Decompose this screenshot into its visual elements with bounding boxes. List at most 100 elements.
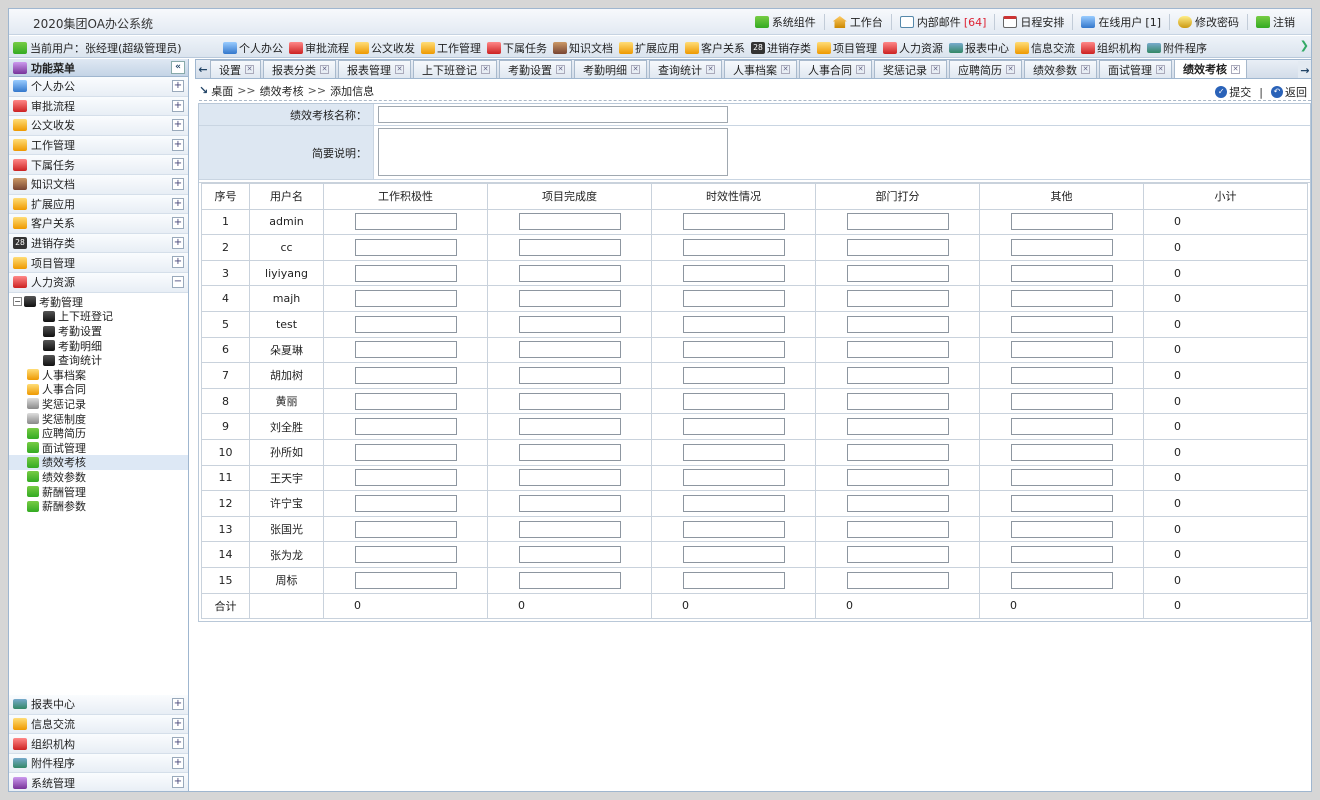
enthusiasm-input[interactable] (354, 392, 457, 410)
completion-input[interactable] (518, 469, 621, 487)
tab-close-icon[interactable]: ✕ (631, 65, 640, 74)
enthusiasm-input[interactable] (354, 494, 457, 512)
tab-performance-params[interactable]: 绩效参数 ✕ (1024, 60, 1097, 78)
sidebar-item-report[interactable]: 报表中心 + (9, 695, 188, 715)
timeliness-input[interactable] (682, 341, 785, 359)
tab-performance-review[interactable]: 绩效考核 ✕ (1174, 60, 1247, 78)
logout-link[interactable]: 注销 (1248, 14, 1303, 30)
tab-clock-in[interactable]: 上下班登记 ✕ (413, 60, 497, 78)
expand-toggle[interactable]: + (172, 138, 184, 151)
tree-item[interactable]: 应聘简历 (13, 426, 188, 441)
sidebar-item-info[interactable]: 信息交流 + (9, 714, 188, 735)
sidebar-item-hr[interactable]: 人力资源 − (9, 272, 188, 293)
tab-close-icon[interactable]: ✕ (481, 65, 490, 74)
completion-input[interactable] (518, 494, 621, 512)
tab-rewards[interactable]: 奖惩记录 ✕ (874, 60, 947, 78)
tab-resumes[interactable]: 应聘简历 ✕ (949, 60, 1022, 78)
expand-toggle[interactable]: + (172, 236, 184, 249)
tree-item[interactable]: 薪酬参数 (13, 499, 188, 514)
enthusiasm-input[interactable] (354, 520, 457, 538)
completion-input[interactable] (518, 238, 621, 256)
quicknav-knowledge[interactable]: 知识文档 (553, 40, 613, 56)
enthusiasm-input[interactable] (354, 366, 457, 384)
enthusiasm-input[interactable] (354, 315, 457, 333)
schedule-link[interactable]: 日程安排 (995, 14, 1074, 30)
tab-close-icon[interactable]: ✕ (395, 65, 404, 74)
completion-input[interactable] (518, 520, 621, 538)
tree-item[interactable]: 面试管理 (13, 440, 188, 455)
quicknav-approval[interactable]: 审批流程 (289, 40, 349, 56)
dept-score-input[interactable] (846, 392, 949, 410)
enthusiasm-input[interactable] (354, 264, 457, 282)
expand-toggle[interactable]: + (172, 256, 184, 269)
tree-item[interactable]: 薪酬管理 (13, 484, 188, 499)
completion-input[interactable] (518, 341, 621, 359)
completion-input[interactable] (518, 546, 621, 564)
timeliness-input[interactable] (682, 418, 785, 436)
tab-scroll-left-icon[interactable]: ← (196, 60, 210, 78)
dept-score-input[interactable] (846, 366, 949, 384)
other-input[interactable] (1010, 366, 1113, 384)
timeliness-input[interactable] (682, 264, 785, 282)
timeliness-input[interactable] (682, 213, 785, 231)
timeliness-input[interactable] (682, 469, 785, 487)
expand-toggle[interactable]: + (172, 197, 184, 210)
sidebar-item-customer[interactable]: 客户关系 + (9, 214, 188, 234)
tree-item[interactable]: 人事合同 (13, 382, 188, 397)
timeliness-input[interactable] (682, 392, 785, 410)
submit-button[interactable]: ✓ 提交 (1215, 84, 1251, 100)
completion-input[interactable] (518, 290, 621, 308)
expand-toggle[interactable]: + (172, 776, 184, 789)
online-users-link[interactable]: 在线用户 [1] (1073, 14, 1170, 30)
expand-toggle[interactable]: + (172, 119, 184, 132)
tree-item[interactable]: 奖惩记录 (13, 397, 188, 412)
timeliness-input[interactable] (682, 315, 785, 333)
timeliness-input[interactable] (682, 546, 785, 564)
expand-toggle[interactable]: + (172, 737, 184, 750)
completion-input[interactable] (518, 315, 621, 333)
completion-input[interactable] (518, 571, 621, 589)
tree-item[interactable]: 人事档案 (13, 368, 188, 383)
tab-close-icon[interactable]: ✕ (245, 65, 254, 74)
back-button[interactable]: ↶ 返回 (1271, 84, 1307, 100)
breadcrumb-module[interactable]: 绩效考核 (260, 83, 304, 99)
sidebar-item-documents[interactable]: 公文收发 + (9, 116, 188, 136)
dept-score-input[interactable] (846, 469, 949, 487)
sidebar-item-project[interactable]: 项目管理 + (9, 253, 188, 273)
completion-input[interactable] (518, 418, 621, 436)
enthusiasm-input[interactable] (354, 290, 457, 308)
tree-item[interactable]: 考勤设置 (13, 324, 188, 339)
sidebar-item-personal-office[interactable]: 个人办公 + (9, 77, 188, 97)
expand-toggle[interactable]: + (172, 177, 184, 190)
breadcrumb-home[interactable]: 桌面 (211, 83, 233, 99)
quicknav-attachment[interactable]: 附件程序 (1147, 40, 1207, 56)
dept-score-input[interactable] (846, 238, 949, 256)
other-input[interactable] (1010, 520, 1113, 538)
dept-score-input[interactable] (846, 546, 949, 564)
enthusiasm-input[interactable] (354, 238, 457, 256)
timeliness-input[interactable] (682, 520, 785, 538)
tab-attendance-settings[interactable]: 考勤设置 ✕ (499, 60, 572, 78)
expand-toggle[interactable]: + (172, 698, 184, 711)
other-input[interactable] (1010, 213, 1113, 231)
tree-item[interactable]: 奖惩制度 (13, 411, 188, 426)
tab-close-icon[interactable]: ✕ (556, 65, 565, 74)
change-password-link[interactable]: 修改密码 (1170, 14, 1248, 30)
quicknav-info[interactable]: 信息交流 (1015, 40, 1075, 56)
expand-toggle[interactable]: + (172, 217, 184, 230)
timeliness-input[interactable] (682, 571, 785, 589)
other-input[interactable] (1010, 546, 1113, 564)
other-input[interactable] (1010, 571, 1113, 589)
sidebar-item-system[interactable]: 系统管理 + (9, 773, 188, 791)
completion-input[interactable] (518, 392, 621, 410)
dept-score-input[interactable] (846, 290, 949, 308)
completion-input[interactable] (518, 213, 621, 231)
other-input[interactable] (1010, 443, 1113, 461)
tab-query-statistics[interactable]: 查询统计 ✕ (649, 60, 722, 78)
tab-close-icon[interactable]: ✕ (931, 65, 940, 74)
other-input[interactable] (1010, 469, 1113, 487)
quicknav-extension[interactable]: 扩展应用 (619, 40, 679, 56)
tab-settings[interactable]: 设置 ✕ (210, 60, 261, 78)
expand-toggle[interactable]: + (172, 756, 184, 769)
quicknav-subordinate-tasks[interactable]: 下属任务 (487, 40, 547, 56)
